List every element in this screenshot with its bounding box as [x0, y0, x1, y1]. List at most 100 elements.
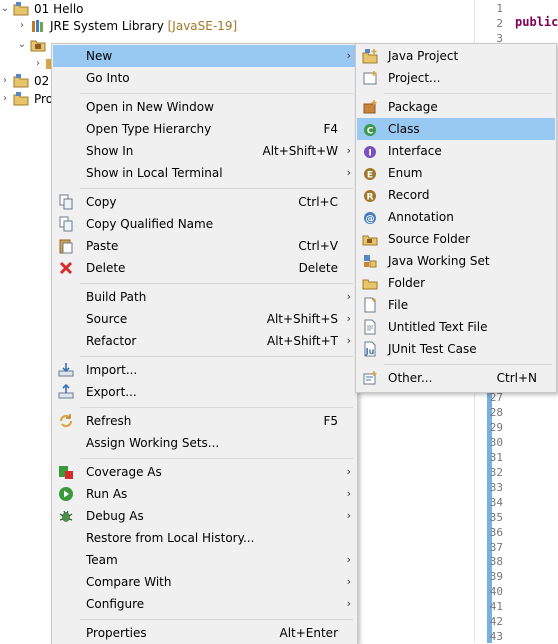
- import-icon: [58, 363, 74, 377]
- menu-separator: [80, 188, 353, 189]
- submenu-item-interface[interactable]: I Interface: [357, 140, 555, 162]
- code-keyword: public: [515, 15, 558, 29]
- svg-text:C: C: [367, 127, 374, 137]
- debug-bug-icon: [59, 510, 73, 522]
- shortcut-label: Alt+Shift+S: [266, 312, 338, 326]
- menu-separator: [80, 356, 353, 357]
- package-icon: [363, 100, 377, 114]
- menu-item-label: Open Type Hierarchy: [86, 122, 212, 136]
- menu-item-label: Properties: [86, 626, 147, 640]
- menu-item-debug-as[interactable]: Debug As ›: [53, 505, 356, 527]
- run-icon: [59, 487, 73, 501]
- menu-item-show-in[interactable]: Show In Alt+Shift+W ›: [53, 140, 356, 162]
- menu-item-label: Source: [86, 312, 128, 326]
- tree-item-label: 02: [34, 74, 50, 88]
- submenu-arrow-icon: ›: [346, 334, 351, 347]
- line-number: 41: [489, 600, 503, 614]
- tree-item-src-folder[interactable]: ⌄: [0, 35, 51, 55]
- submenu-item-annotation[interactable]: @ Annotation: [357, 206, 555, 228]
- line-number: 2: [496, 17, 503, 30]
- coverage-icon: [59, 466, 73, 479]
- menu-item-properties[interactable]: Properties Alt+Enter: [53, 622, 356, 644]
- submenu-item-java-working-set[interactable]: Java Working Set: [357, 250, 555, 272]
- menu-separator: [80, 93, 353, 94]
- submenu-item-record[interactable]: R Record: [357, 184, 555, 206]
- submenu-arrow-icon: ›: [346, 312, 351, 325]
- chevron-down-icon[interactable]: ⌄: [17, 35, 27, 55]
- submenu-item-project[interactable]: Project...: [357, 67, 555, 89]
- submenu-item-file[interactable]: File: [357, 294, 555, 316]
- menu-item-label: Show In: [86, 144, 134, 158]
- copy-qualified-name-icon: [59, 216, 73, 232]
- shortcut-label: Ctrl+V: [298, 239, 338, 253]
- svg-text:E: E: [367, 171, 373, 181]
- submenu-item-class[interactable]: C Class: [357, 118, 555, 140]
- menu-item-delete[interactable]: Delete Delete: [53, 257, 356, 279]
- submenu-item-java-project[interactable]: Java Project: [357, 45, 555, 67]
- svg-text:R: R: [367, 193, 374, 203]
- menu-item-coverage-as[interactable]: Coverage As ›: [53, 461, 356, 483]
- submenu-arrow-icon: ›: [346, 509, 351, 522]
- chevron-right-icon[interactable]: ›: [17, 16, 27, 36]
- menu-item-label: Import...: [86, 363, 138, 377]
- enum-icon: E: [364, 168, 376, 181]
- menu-item-paste[interactable]: Paste Ctrl+V: [53, 235, 356, 257]
- menu-item-restore-local-history[interactable]: Restore from Local History...: [53, 527, 356, 549]
- line-number: 39: [489, 570, 503, 584]
- shortcut-label: Alt+Shift+T: [267, 334, 338, 348]
- source-folder-icon: [362, 235, 378, 246]
- menu-item-label: Untitled Text File: [388, 320, 488, 334]
- line-number: 32: [489, 465, 503, 479]
- menu-item-team[interactable]: Team ›: [53, 549, 356, 571]
- submenu-item-enum[interactable]: E Enum: [357, 162, 555, 184]
- line-number: 38: [489, 555, 503, 569]
- menu-item-export[interactable]: Export...: [53, 381, 356, 403]
- folder-icon: [362, 279, 378, 290]
- menu-item-label: Export...: [86, 385, 137, 399]
- submenu-item-source-folder[interactable]: Source Folder: [357, 228, 555, 250]
- menu-item-show-in-local-terminal[interactable]: Show in Local Terminal ›: [53, 162, 356, 184]
- submenu-arrow-icon: ›: [346, 49, 351, 62]
- menu-item-compare-with[interactable]: Compare With ›: [53, 571, 356, 593]
- menu-item-copy-qualified-name[interactable]: Copy Qualified Name: [53, 213, 356, 235]
- menu-item-build-path[interactable]: Build Path ›: [53, 286, 356, 308]
- menu-item-label: Paste: [86, 239, 119, 253]
- tree-item-jre-library[interactable]: › JRE System Library [JavaSE-19]: [0, 16, 472, 36]
- menu-item-label: Coverage As: [86, 465, 162, 479]
- menu-item-label: Other...: [388, 371, 433, 385]
- junit-icon: Ju: [364, 341, 376, 357]
- submenu-arrow-icon: ›: [346, 290, 351, 303]
- menu-item-copy[interactable]: Copy Ctrl+C: [53, 191, 356, 213]
- line-number: 40: [489, 585, 503, 599]
- submenu-item-package[interactable]: Package: [357, 96, 555, 118]
- menu-item-label: Restore from Local History...: [86, 531, 255, 545]
- menu-item-refactor[interactable]: Refactor Alt+Shift+T ›: [53, 330, 356, 352]
- record-icon: R: [364, 190, 376, 203]
- tree-item-project-02[interactable]: › 02: [0, 71, 51, 91]
- submenu-item-folder[interactable]: Folder: [357, 272, 555, 294]
- submenu-item-untitled-text-file[interactable]: Untitled Text File: [357, 316, 555, 338]
- menu-item-import[interactable]: Import...: [53, 359, 356, 381]
- submenu-item-other[interactable]: Other... Ctrl+N: [357, 367, 555, 389]
- menu-item-refresh[interactable]: Refresh F5: [53, 410, 356, 432]
- menu-item-run-as[interactable]: Run As ›: [53, 483, 356, 505]
- text-file-icon: [364, 319, 376, 335]
- submenu-item-junit-test-case[interactable]: Ju JUnit Test Case: [357, 338, 555, 360]
- shortcut-label: Alt+Shift+W: [262, 144, 339, 158]
- tree-item-project-pro[interactable]: › Pro: [0, 89, 53, 109]
- menu-item-open-type-hierarchy[interactable]: Open Type Hierarchy F4: [53, 118, 356, 140]
- menu-item-source[interactable]: Source Alt+Shift+S ›: [53, 308, 356, 330]
- context-menu: New › Go Into Open in New Window Open Ty…: [51, 43, 358, 644]
- shortcut-label: Delete: [298, 261, 338, 275]
- java-project-icon: [13, 2, 29, 16]
- class-icon: C: [364, 124, 376, 137]
- menu-item-configure[interactable]: Configure ›: [53, 593, 356, 615]
- menu-item-go-into[interactable]: Go Into: [53, 67, 356, 89]
- shortcut-label: Alt+Enter: [279, 626, 338, 640]
- menu-item-open-new-window[interactable]: Open in New Window: [53, 96, 356, 118]
- chevron-right-icon[interactable]: ›: [0, 71, 10, 91]
- jre-version-label: [JavaSE-19]: [167, 19, 238, 33]
- menu-item-new[interactable]: New ›: [53, 45, 356, 67]
- menu-item-assign-working-sets[interactable]: Assign Working Sets...: [53, 432, 356, 454]
- chevron-right-icon[interactable]: ›: [0, 89, 10, 109]
